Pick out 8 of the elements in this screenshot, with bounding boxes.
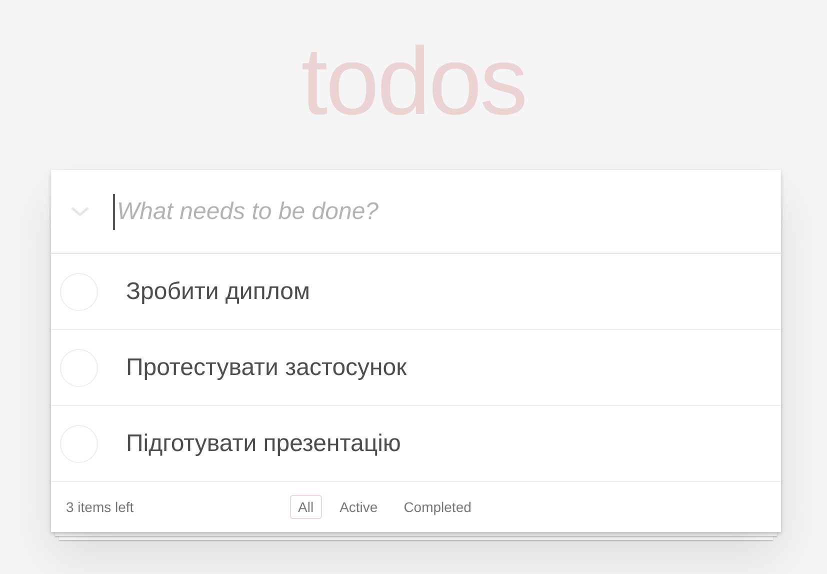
items-left-count: 3 items left xyxy=(66,499,135,515)
todo-text: Зробити диплом xyxy=(126,278,310,306)
todo-text: Протестувати застосунок xyxy=(126,354,407,382)
filter-link[interactable]: Completed xyxy=(396,495,480,519)
filter-link[interactable]: Active xyxy=(332,495,386,519)
filter-link[interactable]: All xyxy=(290,495,322,519)
todo-text: Підготувати презентацію xyxy=(126,430,401,458)
chevron-icon[interactable] xyxy=(71,206,89,216)
